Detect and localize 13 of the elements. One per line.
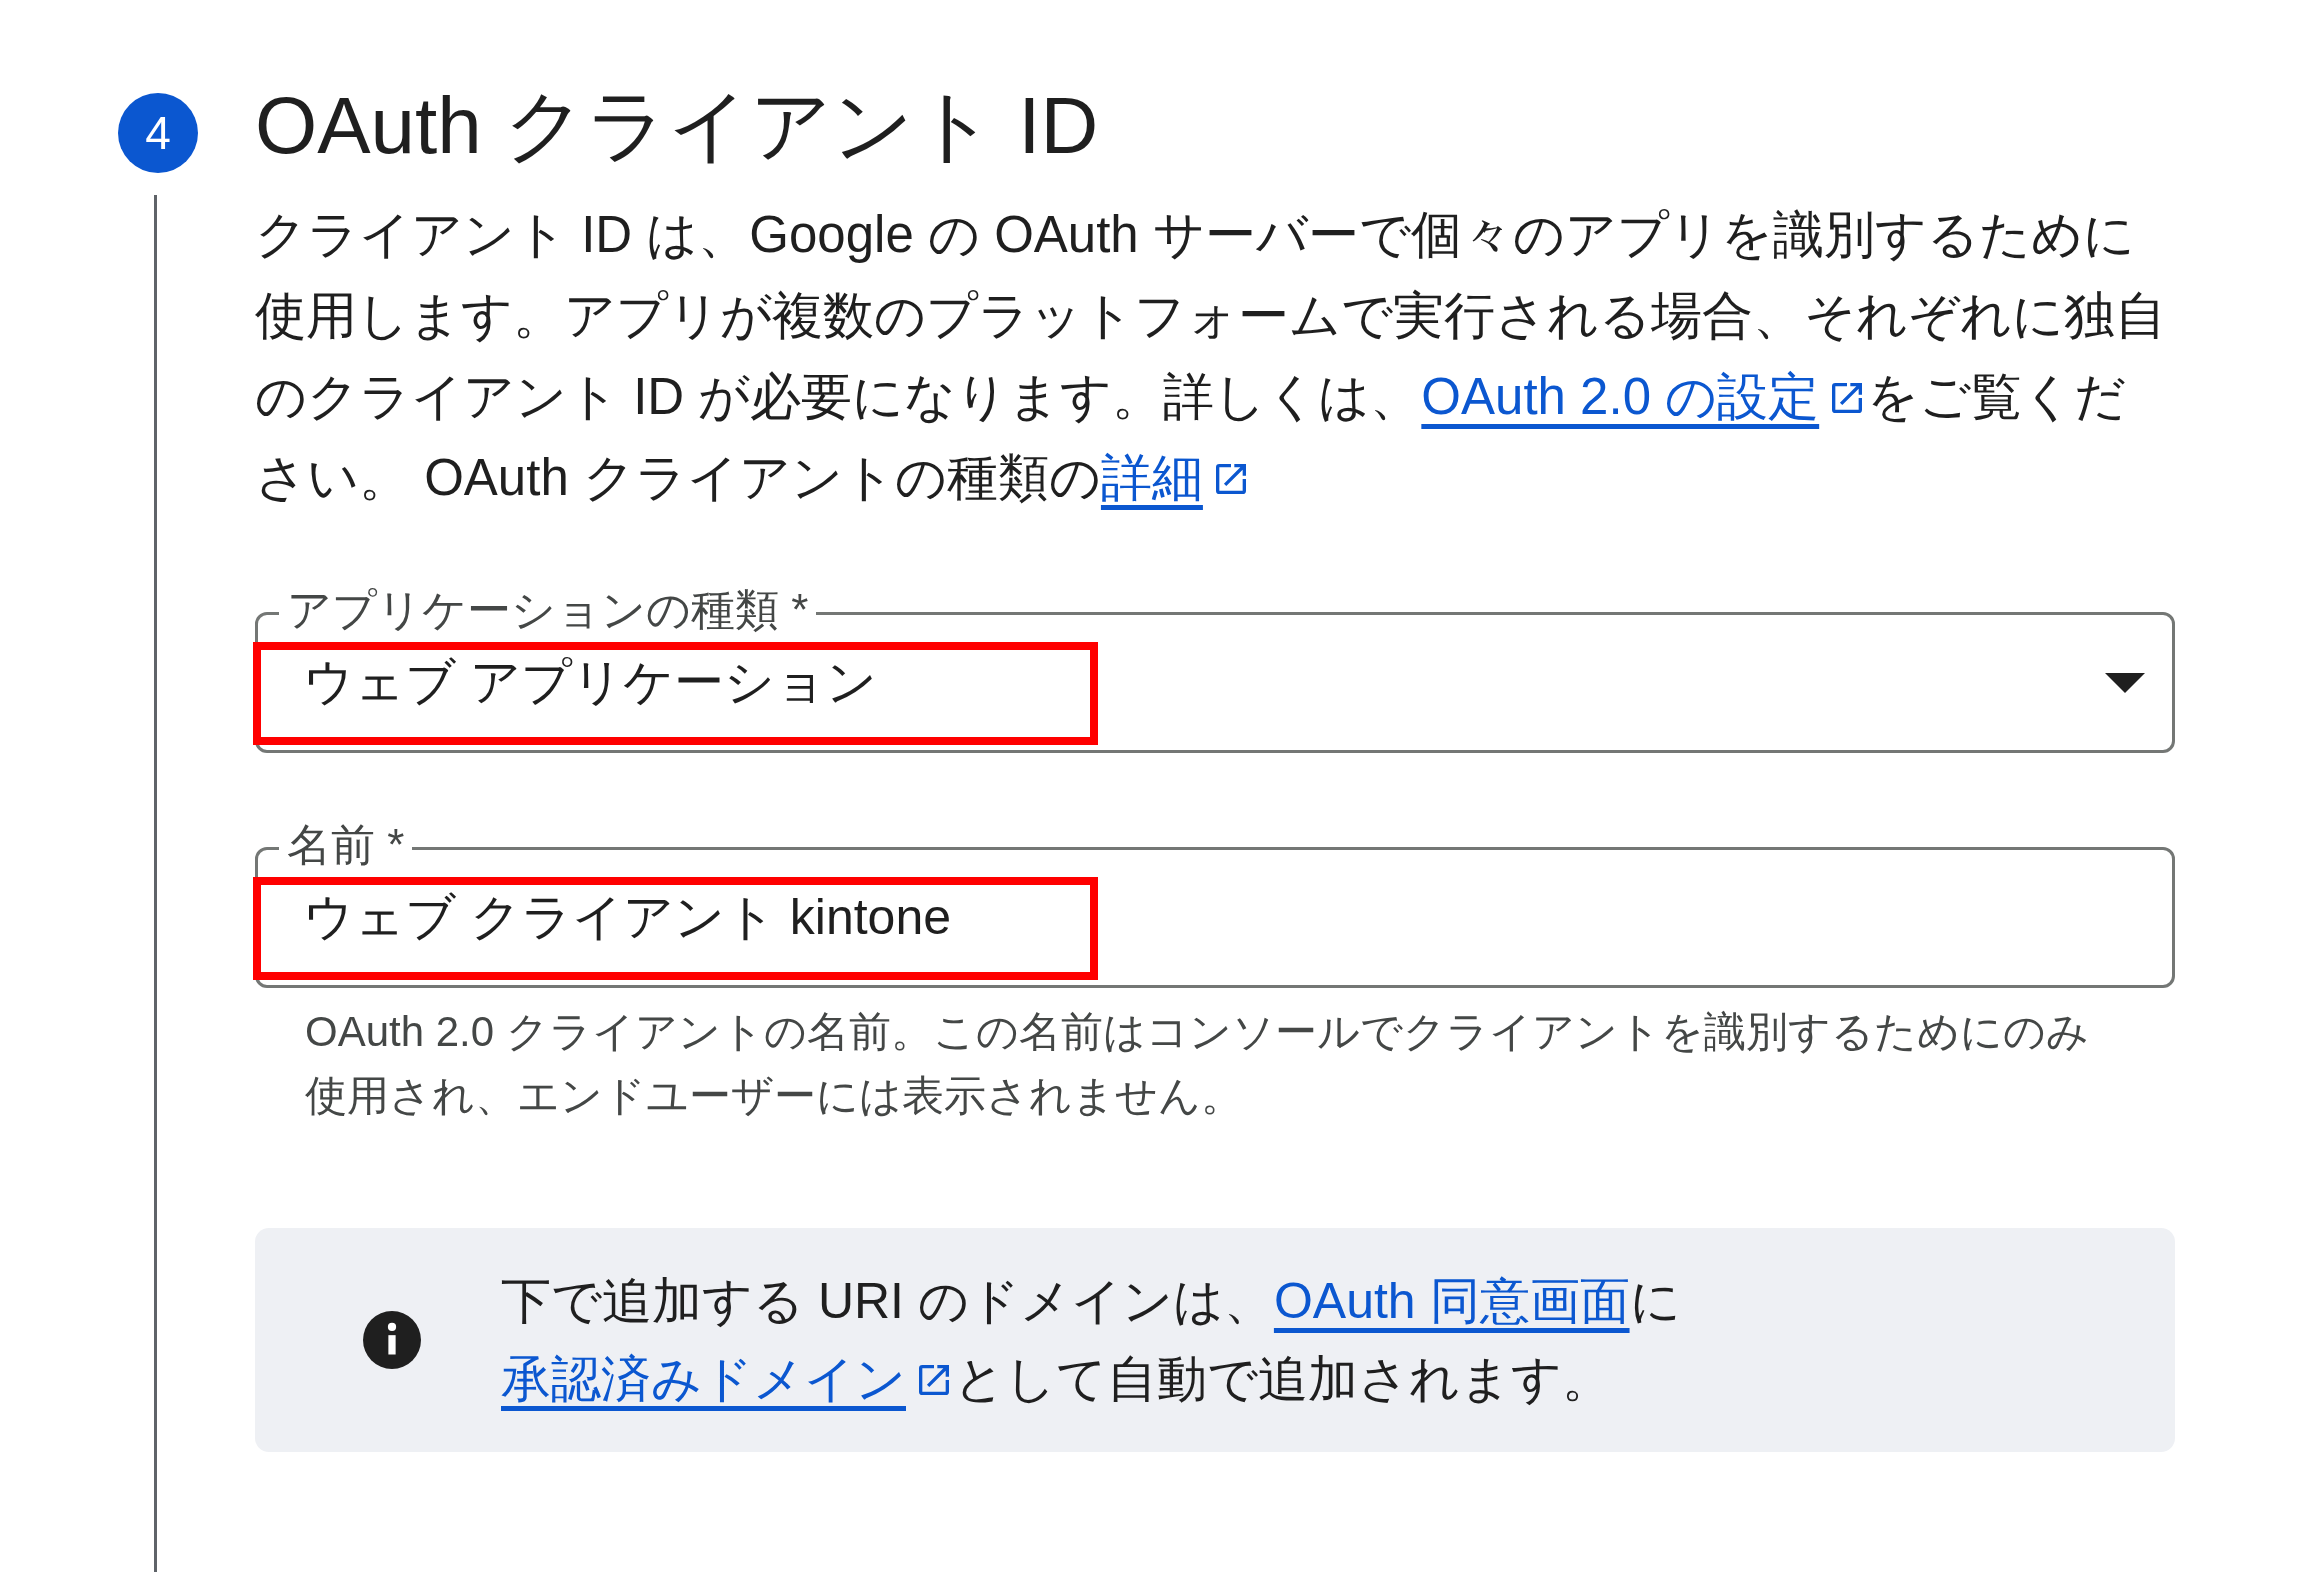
link[interactable]: 承認済みドメイン xyxy=(501,1351,954,1407)
section-title: OAuth クライアント ID xyxy=(255,86,1100,166)
description-text: クライアント ID は、Google の OAuth サーバーで個々のアプリを識別するために使用します。アプリが複数のプラットフォームで実行される場合、それぞれに独自のクライアント ID が必要になります。詳しくは、OAuth 2.0 の設定 をご覧ください。 OAuth クライアントの種類の詳細 xyxy=(255,205,2167,508)
dropdown-arrow-icon xyxy=(2105,672,2145,693)
info-text: 下で追加する URI のドメインは、OAuth 同意画面に 承認済みドメイン として自動で追加されます。 xyxy=(501,1272,1682,1409)
input-field[interactable]: 名前 * ウェブ クライアント kintone xyxy=(255,817,2175,988)
info-icon xyxy=(363,1311,421,1369)
hint-text: OAuth 2.0 クライアントの名前。この名前はコンソールでクライアントを識別するためにのみ使用され、エンドユーザーには表示されません。 xyxy=(305,1007,2090,1121)
step-number: 4 xyxy=(118,93,198,173)
link[interactable]: OAuth 同意画面 xyxy=(1273,1273,1630,1329)
select-field[interactable]: アプリケーションの種類 * ウェブ アプリケーション xyxy=(255,582,2175,753)
link[interactable]: OAuth 2.0 の設定 xyxy=(1421,368,1868,425)
link[interactable]: 詳細 xyxy=(1100,449,1251,506)
